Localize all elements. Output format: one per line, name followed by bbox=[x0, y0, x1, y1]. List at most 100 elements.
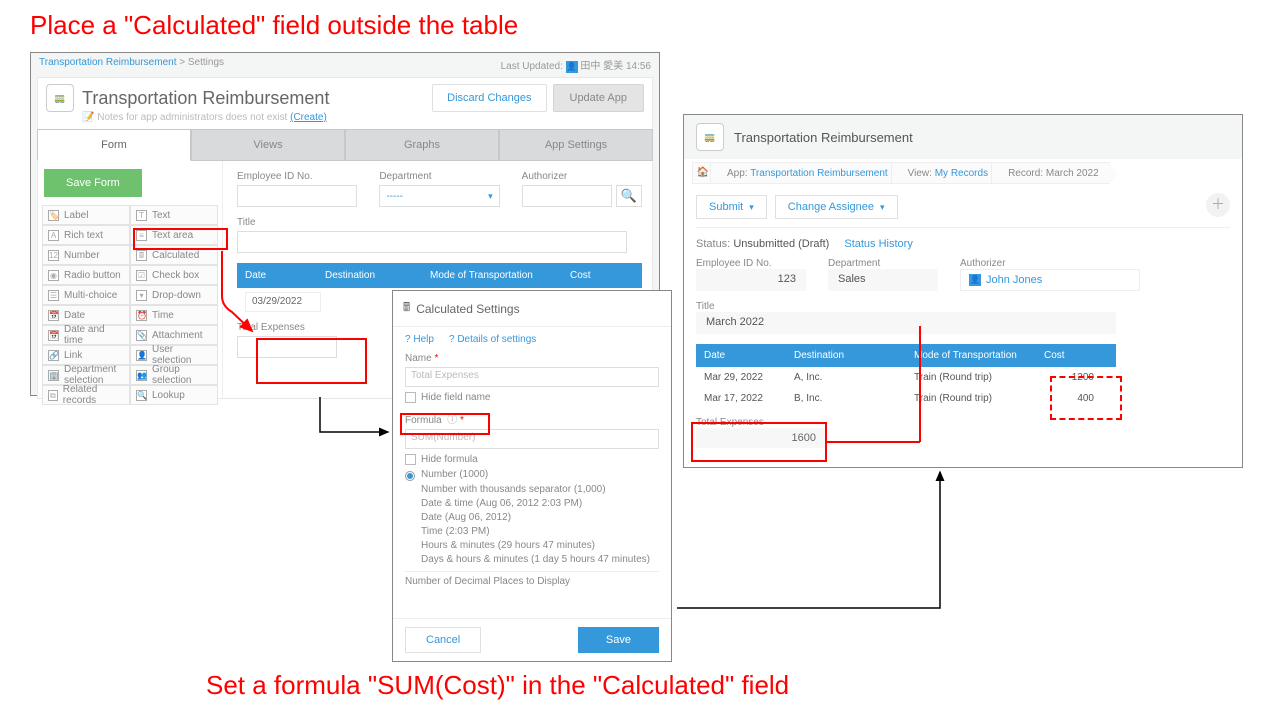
tab-views[interactable]: Views bbox=[191, 129, 345, 161]
chevron-down-icon: ▾ bbox=[749, 202, 754, 213]
breadcrumb: Transportation Reimbursement > Settings … bbox=[31, 53, 659, 77]
label-total-expenses: Total Expenses bbox=[696, 417, 826, 428]
table-header: Date Destination Mode of Transportation … bbox=[237, 263, 642, 288]
format-option: Days & hours & minutes (1 day 5 hours 47… bbox=[421, 554, 659, 565]
radio-format-number[interactable]: Number (1000) bbox=[405, 469, 659, 481]
palette-lookup[interactable]: 🔍Lookup bbox=[130, 385, 218, 405]
label-department: Department bbox=[828, 258, 938, 269]
admin-note: 📝 Notes for app administrators does not … bbox=[82, 112, 644, 123]
palette-text[interactable]: TText bbox=[130, 205, 218, 225]
field-total-expenses[interactable] bbox=[237, 336, 337, 358]
record-view-panel: 🚃 Transportation Reimbursement 🏠 App: Tr… bbox=[683, 114, 1243, 468]
value-authorizer[interactable]: 👤John Jones bbox=[960, 269, 1140, 291]
save-button[interactable]: Save bbox=[578, 627, 659, 653]
label-decimals: Number of Decimal Places to Display bbox=[405, 571, 659, 587]
breadcrumb-app[interactable]: Transportation Reimbursement bbox=[39, 57, 176, 68]
checkbox-hide-formula[interactable]: Hide formula bbox=[405, 454, 659, 465]
input-employee-id[interactable] bbox=[237, 185, 357, 207]
cell-date[interactable]: 03/29/2022 bbox=[245, 292, 321, 312]
dialog-title: 🖩 Calculated Settings bbox=[393, 291, 671, 327]
save-form-button[interactable]: Save Form bbox=[44, 169, 142, 197]
input-formula[interactable]: SUM(Number) bbox=[405, 429, 659, 449]
discard-button[interactable]: Discard Changes bbox=[432, 84, 546, 112]
chevron-down-icon: ▾ bbox=[488, 191, 493, 202]
palette-checkbox[interactable]: ☑Check box bbox=[130, 265, 218, 285]
palette-richtext[interactable]: ARich text bbox=[42, 225, 130, 245]
palette-link[interactable]: 🔗Link bbox=[42, 345, 130, 365]
palette-multichoice[interactable]: ☰Multi-choice bbox=[42, 285, 130, 305]
format-option: Date & time (Aug 06, 2012 2:03 PM) bbox=[421, 498, 659, 509]
user-icon: 👤 bbox=[969, 274, 981, 286]
calculator-icon: 🖩 bbox=[136, 250, 147, 261]
palette-number[interactable]: 12Number bbox=[42, 245, 130, 265]
tab-app-settings[interactable]: App Settings bbox=[499, 129, 653, 161]
palette-radio[interactable]: ◉Radio button bbox=[42, 265, 130, 285]
format-option: Time (2:03 PM) bbox=[421, 526, 659, 537]
value-department: Sales bbox=[828, 269, 938, 291]
app-icon: 🚃 bbox=[46, 84, 74, 112]
label-employee-id: Employee ID No. bbox=[237, 171, 357, 182]
app-icon: 🚃 bbox=[696, 123, 724, 151]
tabs: Form Views Graphs App Settings bbox=[37, 129, 653, 161]
app-title: Transportation Reimbursement bbox=[734, 130, 913, 145]
annotation-bottom: Set a formula "SUM(Cost)" in the "Calcul… bbox=[206, 670, 789, 701]
table-row: Mar 17, 2022B, Inc.Train (Round trip)400 bbox=[696, 388, 1116, 409]
page-title: Transportation Reimbursement bbox=[82, 88, 329, 109]
add-button[interactable]: ＋ bbox=[1206, 193, 1230, 217]
select-department[interactable]: -----▾ bbox=[379, 185, 499, 207]
status-history-link[interactable]: Status History bbox=[844, 238, 912, 250]
calculated-settings-dialog: 🖩 Calculated Settings ? Help ? Details o… bbox=[392, 290, 672, 662]
palette-groupselect[interactable]: 👥Group selection bbox=[130, 365, 218, 385]
value-employee-id: 123 bbox=[696, 269, 806, 291]
input-title[interactable] bbox=[237, 231, 627, 253]
label-employee-id: Employee ID No. bbox=[696, 258, 806, 269]
checkbox-hide-name[interactable]: Hide field name bbox=[405, 392, 659, 403]
last-updated: Last Updated: 👤 田中 愛美 14:56 bbox=[501, 57, 651, 73]
crumb-app[interactable]: App: Transportation Reimbursement bbox=[710, 162, 899, 184]
field-palette: 🏷️Label TText ARich text ≡Text area 12Nu… bbox=[42, 205, 218, 405]
input-authorizer[interactable] bbox=[522, 185, 612, 207]
format-option: Number with thousands separator (1,000) bbox=[421, 484, 659, 495]
annotation-top: Place a "Calculated" field outside the t… bbox=[30, 10, 518, 41]
palette-calculated[interactable]: 🖩Calculated bbox=[130, 245, 218, 265]
status-line: Status: Unsubmitted (Draft) Status Histo… bbox=[696, 238, 1230, 250]
palette-datetime[interactable]: 📅Date and time bbox=[42, 325, 130, 345]
palette-deptselect[interactable]: 🏢Department selection bbox=[42, 365, 130, 385]
tab-graphs[interactable]: Graphs bbox=[345, 129, 499, 161]
label-department: Department bbox=[379, 171, 499, 182]
submit-button[interactable]: Submit▾ bbox=[696, 195, 767, 219]
cancel-button[interactable]: Cancel bbox=[405, 627, 481, 653]
update-app-button[interactable]: Update App bbox=[553, 84, 645, 112]
palette-date[interactable]: 📅Date bbox=[42, 305, 130, 325]
palette-dropdown[interactable]: ▾Drop-down bbox=[130, 285, 218, 305]
search-icon[interactable]: 🔍 bbox=[616, 185, 642, 207]
label-name: Name * bbox=[405, 353, 659, 364]
input-name[interactable]: Total Expenses bbox=[405, 367, 659, 387]
create-note-link[interactable]: (Create) bbox=[290, 112, 327, 123]
palette-userselect[interactable]: 👤User selection bbox=[130, 345, 218, 365]
user-icon: 👤 bbox=[566, 61, 578, 73]
change-assignee-button[interactable]: Change Assignee▾ bbox=[775, 195, 898, 219]
info-icon: ⓘ bbox=[447, 415, 457, 426]
format-option: Date (Aug 06, 2012) bbox=[421, 512, 659, 523]
format-option: Hours & minutes (29 hours 47 minutes) bbox=[421, 540, 659, 551]
table-header: DateDestinationMode of TransportationCos… bbox=[696, 344, 1116, 367]
palette-related[interactable]: ⧉Related records bbox=[42, 385, 130, 405]
value-title: March 2022 bbox=[696, 312, 1116, 334]
label-title: Title bbox=[237, 217, 642, 228]
label-authorizer: Authorizer bbox=[960, 258, 1140, 269]
chevron-down-icon: ▾ bbox=[880, 202, 885, 213]
palette-time[interactable]: ⏰Time bbox=[130, 305, 218, 325]
palette-textarea[interactable]: ≡Text area bbox=[130, 225, 218, 245]
breadcrumb: 🏠 App: Transportation Reimbursement View… bbox=[684, 159, 1242, 187]
breadcrumb-page: Settings bbox=[188, 57, 224, 68]
palette-attachment[interactable]: 📎Attachment bbox=[130, 325, 218, 345]
tab-form[interactable]: Form bbox=[37, 129, 191, 161]
help-link[interactable]: ? Help bbox=[405, 334, 434, 345]
crumb-record: Record: March 2022 bbox=[991, 162, 1110, 184]
details-link[interactable]: ? Details of settings bbox=[449, 334, 536, 345]
value-total-expenses: 1600 bbox=[696, 428, 826, 448]
palette-label[interactable]: 🏷️Label bbox=[42, 205, 130, 225]
crumb-view[interactable]: View: My Records bbox=[891, 162, 999, 184]
label-formula: Formula ⓘ * bbox=[405, 411, 659, 426]
